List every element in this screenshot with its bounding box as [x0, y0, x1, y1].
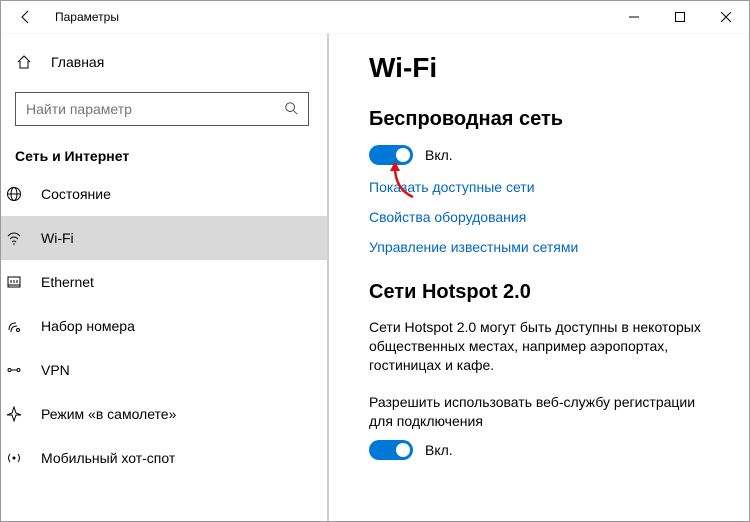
- sidebar-item-wifi[interactable]: Wi-Fi: [1, 216, 329, 260]
- sidebar-item-hotspot[interactable]: Мобильный хот-спот: [1, 436, 329, 480]
- search-icon: [284, 101, 298, 118]
- wireless-toggle-state: Вкл.: [425, 147, 453, 163]
- sidebar-item-vpn[interactable]: VPN: [1, 348, 329, 392]
- hotspot20-allow-label: Разрешить использовать веб-службу регист…: [369, 393, 719, 431]
- window-title: Параметры: [55, 10, 119, 24]
- nav-home[interactable]: Главная: [15, 42, 309, 82]
- link-manage-known[interactable]: Управление известными сетями: [369, 239, 719, 255]
- globe-icon: [5, 186, 23, 202]
- hotspot20-description: Сети Hotspot 2.0 могут быть доступны в н…: [369, 318, 719, 375]
- hotspot20-heading: Сети Hotspot 2.0: [369, 281, 719, 304]
- sidebar-item-airplane[interactable]: Режим «в самолете»: [1, 392, 329, 436]
- hotspot-icon: [5, 450, 23, 466]
- search-box[interactable]: [15, 92, 309, 126]
- vpn-icon: [5, 362, 23, 378]
- link-show-networks[interactable]: Показать доступные сети: [369, 179, 719, 195]
- wifi-icon: [5, 230, 23, 246]
- minimize-button[interactable]: [611, 1, 657, 33]
- sidebar-section-heading: Сеть и Интернет: [15, 148, 309, 164]
- search-input[interactable]: [26, 101, 284, 117]
- sidebar-item-label: Ethernet: [41, 274, 94, 290]
- sidebar-item-label: Режим «в самолете»: [41, 406, 176, 422]
- sidebar-item-label: Wi-Fi: [41, 230, 74, 246]
- page-title: Wi-Fi: [369, 52, 719, 84]
- link-hw-props[interactable]: Свойства оборудования: [369, 209, 719, 225]
- sidebar-item-label: Мобильный хот-спот: [41, 450, 175, 466]
- sidebar-item-ethernet[interactable]: Ethernet: [1, 260, 329, 304]
- wireless-heading: Беспроводная сеть: [369, 108, 719, 131]
- airplane-icon: [5, 406, 23, 422]
- hotspot20-toggle-state: Вкл.: [425, 442, 453, 458]
- maximize-button[interactable]: [657, 1, 703, 33]
- wireless-toggle[interactable]: [369, 145, 413, 165]
- nav-home-label: Главная: [51, 54, 104, 70]
- hotspot20-toggle[interactable]: [369, 440, 413, 460]
- sidebar-item-dialup[interactable]: Набор номера: [1, 304, 329, 348]
- sidebar-scrollbar[interactable]: [327, 34, 329, 521]
- sidebar-item-status[interactable]: Состояние: [1, 172, 329, 216]
- sidebar-item-label: Состояние: [41, 186, 111, 202]
- ethernet-icon: [5, 274, 23, 290]
- back-button[interactable]: [15, 6, 37, 28]
- home-icon: [15, 54, 33, 70]
- close-button[interactable]: [703, 1, 749, 33]
- dialup-icon: [5, 318, 23, 334]
- sidebar-item-label: Набор номера: [41, 318, 135, 334]
- sidebar-item-label: VPN: [41, 362, 70, 378]
